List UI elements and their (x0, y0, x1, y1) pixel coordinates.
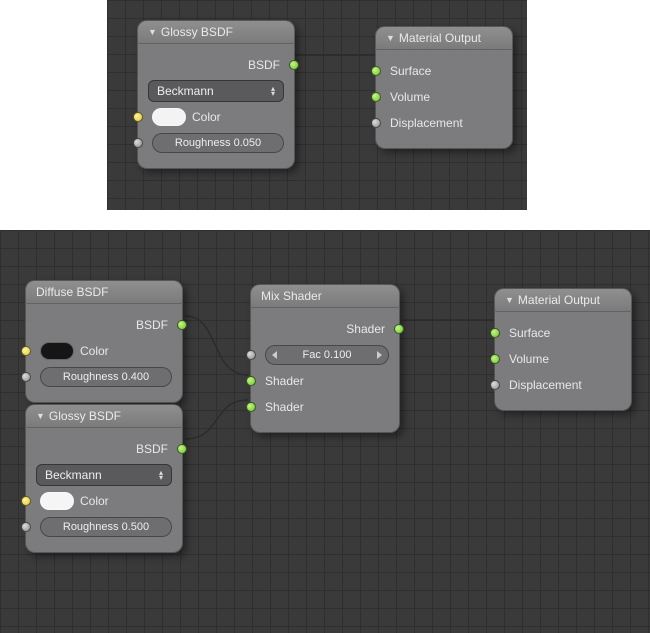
socket-input-color[interactable] (21, 346, 31, 356)
node-editor-top[interactable]: ▼ Glossy BSDF BSDF Beckmann ▴▾ Color Rou… (107, 0, 527, 210)
color-swatch[interactable] (152, 108, 186, 126)
socket-input-displacement[interactable] (371, 118, 381, 128)
input-volume: Volume (386, 86, 502, 108)
node-header[interactable]: ▼ Material Output (494, 288, 632, 312)
collapse-icon[interactable]: ▼ (386, 33, 395, 43)
socket-input-surface[interactable] (371, 66, 381, 76)
roughness-field[interactable]: Roughness 0.400 (40, 367, 172, 387)
shader1-label: Shader (265, 374, 304, 388)
color-label: Color (192, 110, 221, 124)
displacement-label: Displacement (390, 116, 463, 130)
input-volume: Volume (505, 348, 621, 370)
socket-output-bsdf[interactable] (289, 60, 299, 70)
distribution-value: Beckmann (157, 84, 214, 98)
socket-input-shader-1[interactable] (246, 376, 256, 386)
distribution-select[interactable]: Beckmann ▴▾ (36, 464, 172, 486)
node-material-output[interactable]: ▼ Material Output Surface Volume Displac… (375, 26, 513, 149)
output-bsdf: BSDF (36, 314, 172, 336)
socket-input-roughness[interactable] (21, 522, 31, 532)
updown-icon: ▴▾ (271, 86, 275, 96)
node-header[interactable]: Mix Shader (250, 284, 400, 308)
surface-label: Surface (390, 64, 431, 78)
socket-input-volume[interactable] (371, 92, 381, 102)
node-title: Diffuse BSDF (36, 285, 108, 299)
color-swatch[interactable] (40, 342, 74, 360)
volume-label: Volume (390, 90, 430, 104)
node-title: Mix Shader (261, 289, 322, 303)
node-mix-shader[interactable]: Mix Shader Shader Fac 0.100 Shader Shade… (250, 284, 400, 433)
collapse-icon[interactable]: ▼ (505, 295, 514, 305)
shader2-label: Shader (265, 400, 304, 414)
output-label: BSDF (136, 318, 168, 332)
node-title: Material Output (399, 31, 481, 45)
roughness-field[interactable]: Roughness 0.500 (40, 517, 172, 537)
node-header[interactable]: ▼ Glossy BSDF (25, 404, 183, 428)
output-label: Shader (346, 322, 385, 336)
distribution-select[interactable]: Beckmann ▴▾ (148, 80, 284, 102)
displacement-label: Displacement (509, 378, 582, 392)
surface-label: Surface (509, 326, 550, 340)
input-displacement: Displacement (386, 112, 502, 134)
input-fac: Fac 0.100 (261, 344, 389, 366)
node-diffuse-bsdf[interactable]: Diffuse BSDF BSDF Color Roughness 0.400 (25, 280, 183, 403)
fac-field[interactable]: Fac 0.100 (265, 345, 389, 365)
socket-input-roughness[interactable] (21, 372, 31, 382)
output-bsdf: BSDF (36, 438, 172, 460)
input-color: Color (148, 106, 284, 128)
output-label: BSDF (136, 442, 168, 456)
node-editor-bottom[interactable]: Diffuse BSDF BSDF Color Roughness 0.400 … (0, 230, 650, 633)
color-swatch[interactable] (40, 492, 74, 510)
volume-label: Volume (509, 352, 549, 366)
roughness-field[interactable]: Roughness 0.050 (152, 133, 284, 153)
node-glossy-bsdf[interactable]: ▼ Glossy BSDF BSDF Beckmann ▴▾ Color Rou… (25, 404, 183, 553)
color-label: Color (80, 494, 109, 508)
socket-input-color[interactable] (133, 112, 143, 122)
socket-input-surface[interactable] (490, 328, 500, 338)
socket-input-fac[interactable] (246, 350, 256, 360)
node-material-output[interactable]: ▼ Material Output Surface Volume Displac… (494, 288, 632, 411)
node-title: Material Output (518, 293, 600, 307)
socket-input-roughness[interactable] (133, 138, 143, 148)
node-header[interactable]: Diffuse BSDF (25, 280, 183, 304)
input-shader-2: Shader (261, 396, 389, 418)
input-color: Color (36, 490, 172, 512)
node-glossy-bsdf[interactable]: ▼ Glossy BSDF BSDF Beckmann ▴▾ Color Rou… (137, 20, 295, 169)
input-displacement: Displacement (505, 374, 621, 396)
input-shader-1: Shader (261, 370, 389, 392)
output-shader: Shader (261, 318, 389, 340)
input-color: Color (36, 340, 172, 362)
updown-icon: ▴▾ (159, 470, 163, 480)
socket-input-volume[interactable] (490, 354, 500, 364)
socket-input-color[interactable] (21, 496, 31, 506)
node-header[interactable]: ▼ Material Output (375, 26, 513, 50)
socket-input-shader-2[interactable] (246, 402, 256, 412)
node-title: Glossy BSDF (161, 25, 233, 39)
input-surface: Surface (386, 60, 502, 82)
output-label: BSDF (248, 58, 280, 72)
input-roughness: Roughness 0.500 (36, 516, 172, 538)
output-bsdf: BSDF (148, 54, 284, 76)
input-roughness: Roughness 0.050 (148, 132, 284, 154)
input-surface: Surface (505, 322, 621, 344)
socket-input-displacement[interactable] (490, 380, 500, 390)
socket-output-bsdf[interactable] (177, 444, 187, 454)
color-label: Color (80, 344, 109, 358)
collapse-icon[interactable]: ▼ (148, 27, 157, 37)
node-title: Glossy BSDF (49, 409, 121, 423)
socket-output-bsdf[interactable] (177, 320, 187, 330)
node-header[interactable]: ▼ Glossy BSDF (137, 20, 295, 44)
collapse-icon[interactable]: ▼ (36, 411, 45, 421)
socket-output-shader[interactable] (394, 324, 404, 334)
distribution-value: Beckmann (45, 468, 102, 482)
input-roughness: Roughness 0.400 (36, 366, 172, 388)
